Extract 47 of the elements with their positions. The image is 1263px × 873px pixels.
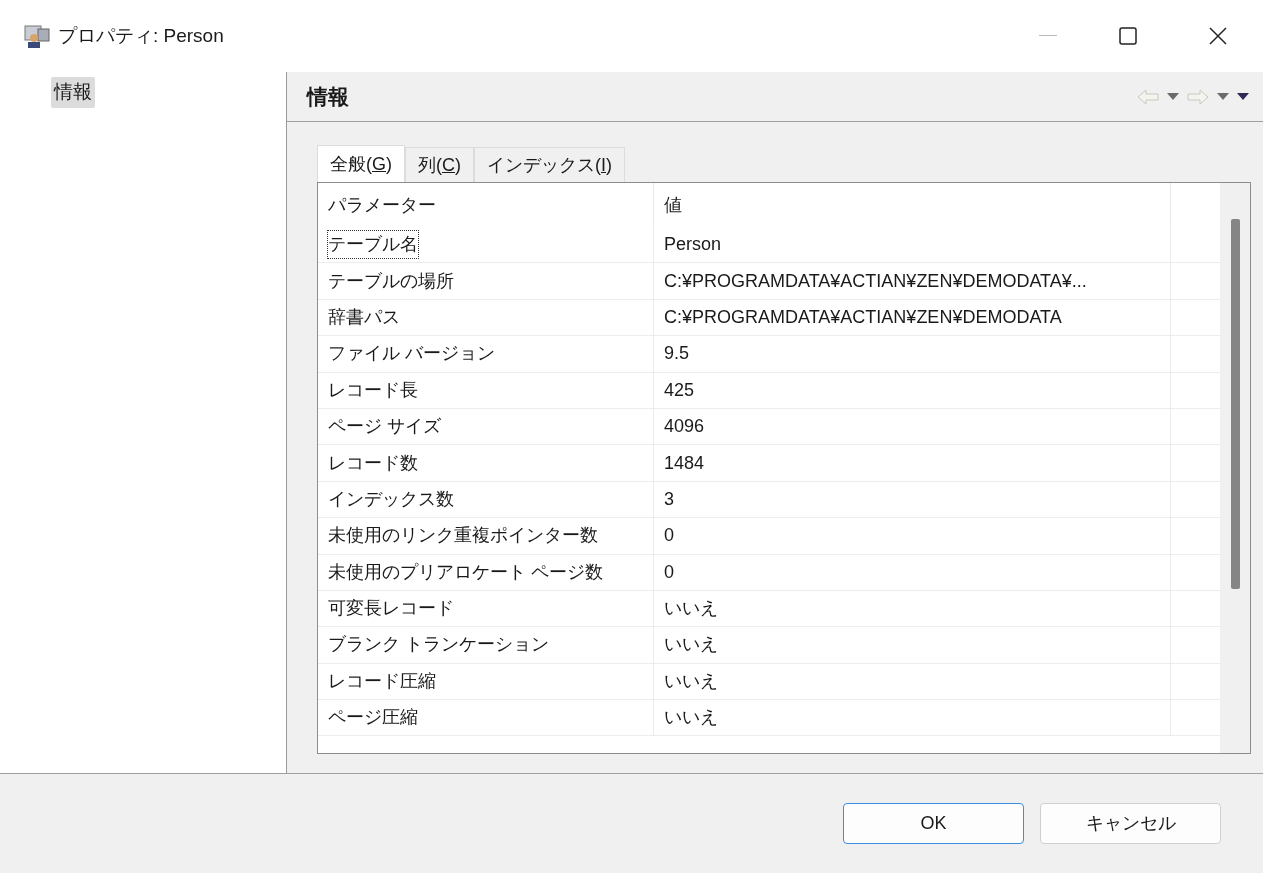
tab[interactable]: 全般(G) [317,145,405,182]
panel-title: 情報 [307,83,349,110]
table-cell-text: 1484 [664,451,705,475]
table-cell-text: C:¥PROGRAMDATA¥ACTIAN¥ZEN¥DEMODATA [664,305,1062,329]
table-cell-text: 0 [664,524,674,548]
maximize-icon [1119,27,1137,45]
tab[interactable]: インデックス(I) [474,147,626,182]
scrollbar-thumb[interactable] [1230,219,1240,589]
table-cell-text: 9.5 [664,342,690,366]
dropdown-caret-icon[interactable] [1217,93,1229,100]
table-cell-text: いいえ [664,669,718,693]
table-cell-text: 425 [664,378,695,402]
column-header[interactable]: 値 [654,183,1171,227]
ok-button[interactable]: OK [843,803,1024,844]
table-cell-text: ページ圧縮 [328,706,418,730]
table-cell-text: ファイル バージョン [328,342,495,366]
close-icon [1209,27,1227,45]
minimize-icon [1039,35,1057,37]
table-cell-text: C:¥PROGRAMDATA¥ACTIAN¥ZEN¥DEMODATA¥... [664,269,1087,293]
dropdown-caret-icon[interactable] [1167,93,1179,100]
table-cell-text: レコード数 [328,451,418,475]
sidebar-item[interactable]: 情報 [51,77,95,108]
scrollbar[interactable] [1220,183,1250,753]
table-cell-text: いいえ [664,597,718,621]
table-cell-text: テーブルの場所 [328,269,454,293]
table-cell-text: ブランク トランケーション [328,633,549,657]
table-cell-text: 辞書パス [328,305,400,329]
table-cell-text: Person [664,233,722,257]
table-cell-text: 3 [664,487,674,511]
cancel-button[interactable]: キャンセル [1040,803,1221,844]
window-title: プロパティ: Person [58,23,224,48]
table-cell-text: インデックス数 [328,487,454,511]
menu-caret-icon[interactable] [1237,93,1249,100]
app-icon [24,23,50,49]
column-header[interactable]: パラメーター [318,183,654,227]
table-cell-text: いいえ [664,633,718,657]
table-cell-text: レコード圧縮 [328,669,436,693]
table-cell-text: レコード長 [328,378,418,402]
table-cell: テーブル名 [328,231,418,259]
table-cell-text: ページ サイズ [328,415,441,439]
tab[interactable]: 列(C) [405,147,474,182]
table-cell-text: 0 [664,560,674,584]
table-cell-text: 4096 [664,415,705,439]
table-cell-text: 可変長レコード [328,597,454,621]
table-cell-text: いいえ [664,706,718,730]
table-cell-text: 未使用のプリアロケート ページ数 [328,560,603,584]
table-cell-text: 未使用のリンク重複ポインター数 [328,524,598,548]
